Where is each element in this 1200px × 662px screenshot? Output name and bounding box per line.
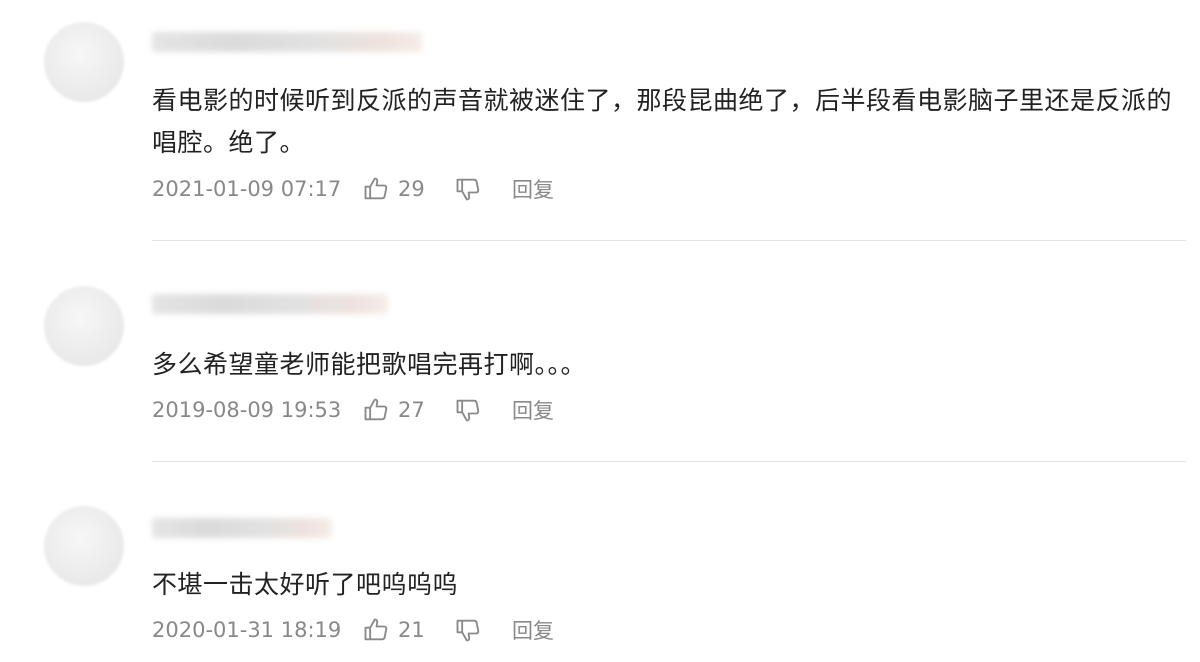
like-count: 29 xyxy=(398,177,425,201)
comment-text: 看电影的时候听到反派的声音就被迷住了，那段昆曲绝了，后半段看电影脑子里还是反派的… xyxy=(152,86,1173,157)
thumbs-down-icon[interactable] xyxy=(454,396,482,424)
avatar[interactable] xyxy=(44,506,124,586)
comment-text: 不堪一击太好听了吧呜呜呜 xyxy=(152,570,459,599)
avatar[interactable] xyxy=(44,286,124,366)
comment-meta: 2021-01-09 07:17 29 回复 xyxy=(152,174,554,204)
comment-text: 多么希望童老师能把歌唱完再打啊。。。 xyxy=(152,350,587,379)
comment-timestamp: 2019-08-09 19:53 xyxy=(152,398,342,422)
reply-button[interactable]: 回复 xyxy=(512,395,554,425)
comment-meta: 2020-01-31 18:19 21 回复 xyxy=(152,615,554,645)
username-blurred[interactable] xyxy=(152,32,422,52)
thumbs-up-icon[interactable] xyxy=(362,396,390,424)
comment-timestamp: 2021-01-09 07:17 xyxy=(152,177,342,201)
reply-button[interactable]: 回复 xyxy=(512,174,554,204)
thumbs-down-icon[interactable] xyxy=(454,175,482,203)
comment-timestamp: 2020-01-31 18:19 xyxy=(152,618,342,642)
reply-button[interactable]: 回复 xyxy=(512,615,554,645)
like-count: 21 xyxy=(398,618,425,642)
thumbs-up-icon[interactable] xyxy=(362,616,390,644)
like-count: 27 xyxy=(398,398,425,422)
comment-meta: 2019-08-09 19:53 27 回复 xyxy=(152,395,554,425)
avatar[interactable] xyxy=(44,22,124,102)
username-blurred[interactable] xyxy=(152,294,388,314)
thumbs-down-icon[interactable] xyxy=(454,616,482,644)
username-blurred[interactable] xyxy=(152,518,332,538)
thumbs-up-icon[interactable] xyxy=(362,175,390,203)
divider xyxy=(152,240,1186,241)
divider xyxy=(152,461,1186,462)
